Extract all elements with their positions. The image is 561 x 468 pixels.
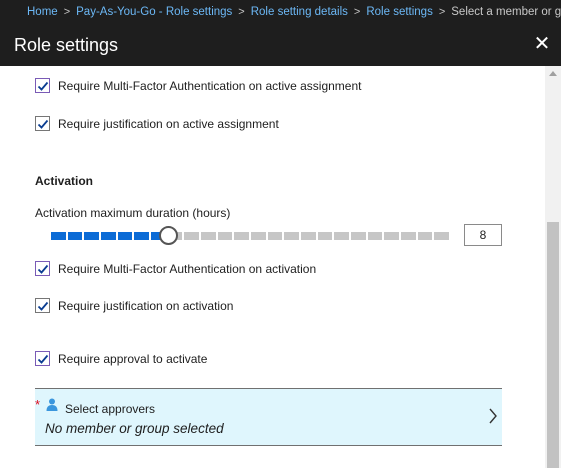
activation-duration-slider[interactable] [51, 226, 449, 245]
mfa-activation-checkbox[interactable] [35, 261, 50, 276]
approval-option[interactable]: Require approval to activate [35, 351, 207, 366]
slider-empty-segment [217, 232, 233, 240]
person-icon [46, 398, 58, 411]
breadcrumb-home[interactable]: Home [27, 6, 58, 18]
activation-duration-label: Activation maximum duration (hours) [35, 206, 231, 220]
breadcrumb-pay-as-you-go-role-settings[interactable]: Pay-As-You-Go - Role settings [76, 6, 232, 18]
slider-empty-segment [417, 232, 433, 240]
scrollbar-thumb[interactable] [547, 222, 559, 468]
checkmark-icon [37, 264, 49, 274]
slider-empty-segment [284, 232, 299, 240]
mfa-active-assignment-option[interactable]: Require Multi-Factor Authentication on a… [35, 78, 362, 93]
slider-empty-segment [301, 232, 316, 240]
required-marker: * [35, 397, 41, 412]
close-icon[interactable]: ✕ [531, 33, 553, 55]
blade-header: Role settings ✕ [0, 24, 561, 66]
settings-panel: Require Multi-Factor Authentication on a… [0, 66, 545, 468]
slider-empty-segment [401, 232, 416, 240]
vertical-scrollbar[interactable] [545, 66, 561, 468]
slider-empty-segment [267, 232, 283, 240]
slider-empty-segment [184, 232, 199, 240]
justification-active-assignment-option[interactable]: Require justification on active assignme… [35, 116, 279, 131]
checkmark-icon [37, 301, 49, 311]
justification-activation-label: Require justification on activation [58, 298, 234, 313]
mfa-active-assignment-checkbox[interactable] [35, 78, 50, 93]
slider-empty-segment [434, 232, 449, 240]
justification-activation-option[interactable]: Require justification on activation [35, 298, 233, 313]
select-approvers-button[interactable]: * Select approvers No member or group se… [35, 388, 502, 446]
breadcrumb-separator: > [353, 6, 361, 18]
scroll-up-arrow-icon[interactable] [549, 70, 557, 76]
slider-empty-segment [334, 232, 349, 240]
page-title: Role settings [14, 34, 119, 55]
slider-empty-segment [234, 232, 249, 240]
slider-empty-segment [251, 232, 266, 240]
slider-empty-segment [201, 232, 216, 240]
slider-filled-segment [51, 232, 66, 240]
chevron-right-icon [489, 408, 497, 424]
mfa-activation-option[interactable]: Require Multi-Factor Authentication on a… [35, 261, 316, 276]
slider-thumb[interactable] [158, 226, 178, 245]
checkmark-icon [37, 354, 49, 364]
justification-active-assignment-label: Require justification on active assignme… [58, 116, 279, 131]
approval-checkbox[interactable] [35, 351, 50, 366]
slider-empty-segment [367, 232, 383, 240]
slider-filled-segment [117, 232, 133, 240]
slider-filled-segment [134, 232, 149, 240]
checkmark-icon [37, 81, 49, 91]
breadcrumb-separator: > [238, 6, 245, 18]
checkmark-icon [37, 119, 49, 129]
breadcrumb-separator: > [438, 6, 446, 18]
justification-active-assignment-checkbox[interactable] [35, 116, 50, 131]
approval-label: Require approval to activate [58, 351, 208, 366]
approvers-selection-value: No member or group selected [45, 421, 224, 436]
slider-filled-segment [67, 232, 83, 240]
select-approvers-label: Select approvers [65, 402, 156, 416]
breadcrumb-role-settings[interactable]: Role settings [366, 6, 432, 18]
slider-filled-segment [101, 232, 116, 240]
breadcrumb: Home > Pay-As-You-Go - Role settings > R… [0, 0, 561, 24]
justification-activation-checkbox[interactable] [35, 298, 50, 313]
breadcrumb-separator: > [63, 6, 71, 18]
mfa-active-assignment-label: Require Multi-Factor Authentication on a… [58, 78, 362, 93]
slider-filled-segment [84, 232, 99, 240]
slider-empty-segment [351, 232, 366, 240]
mfa-activation-label: Require Multi-Factor Authentication on a… [58, 261, 317, 276]
activation-duration-input[interactable]: 8 [464, 224, 502, 246]
breadcrumb-role-setting-details[interactable]: Role setting details [251, 6, 348, 18]
activation-heading: Activation [35, 174, 94, 188]
slider-empty-segment [317, 232, 333, 240]
slider-empty-segment [384, 232, 399, 240]
breadcrumb-select-member-or-group: Select a member or group [451, 6, 561, 18]
